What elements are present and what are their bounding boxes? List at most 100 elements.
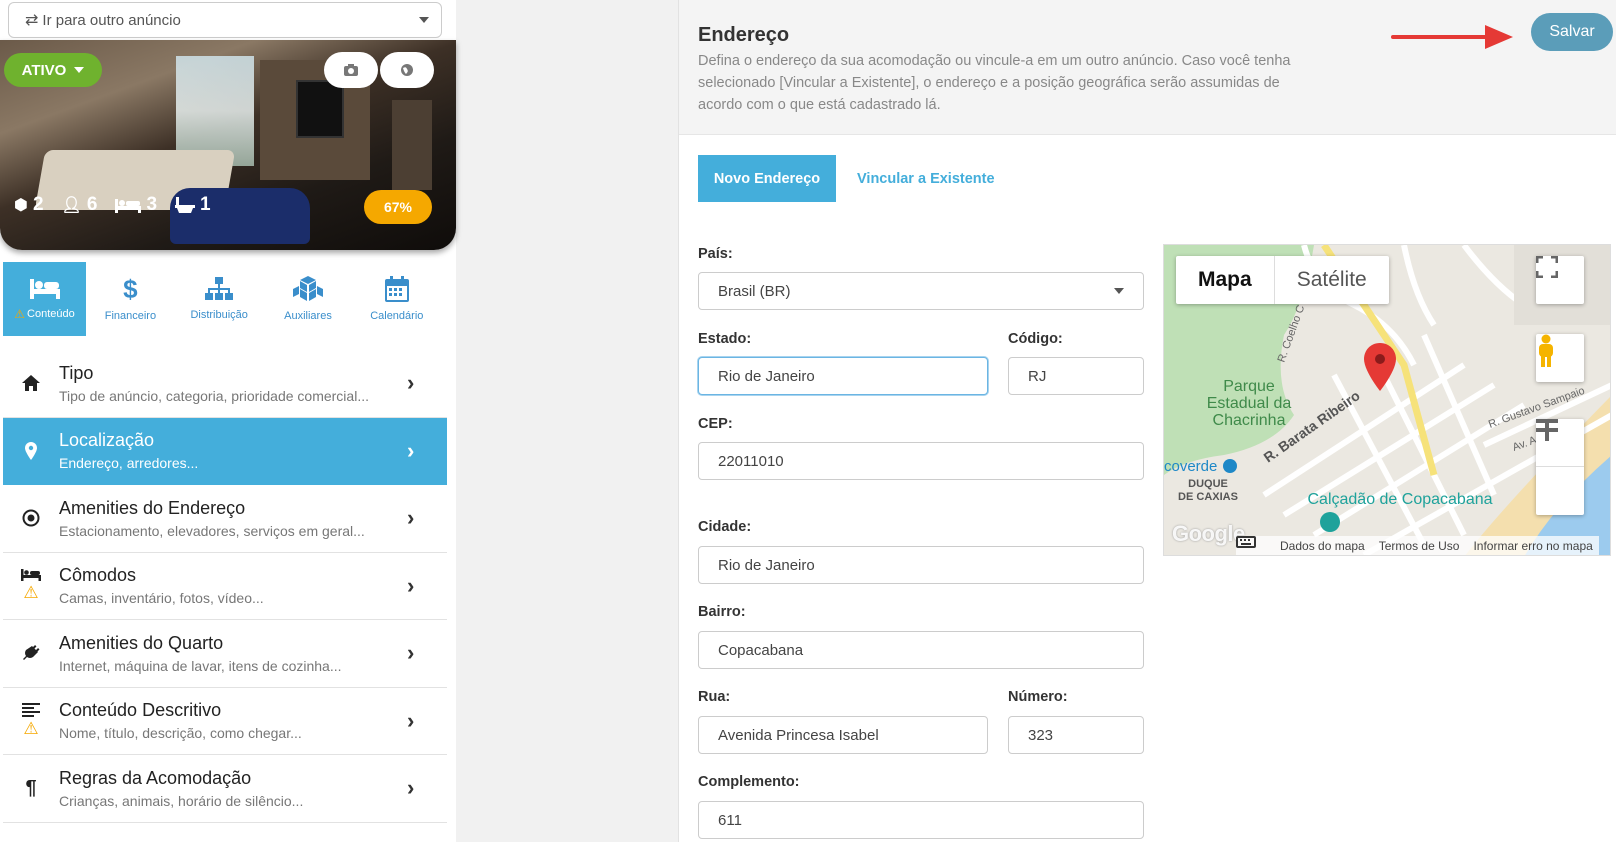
location-map[interactable]: Parque Estadual da Chacrinha R. Barata R… bbox=[1163, 244, 1611, 556]
menu-item-amenities-endereco[interactable]: Amenities do Endereço Estacionamento, ele… bbox=[3, 485, 447, 553]
menu-item-tipo[interactable]: Tipo Tipo de anúncio, categoria, priorida… bbox=[3, 350, 447, 418]
tab-financeiro-label: Financeiro bbox=[104, 310, 157, 322]
tab-calendario-label: Calendário bbox=[370, 310, 424, 322]
cidade-value: Rio de Janeiro bbox=[718, 556, 815, 574]
estado-value: Rio de Janeiro bbox=[718, 367, 815, 385]
plug-icon bbox=[23, 645, 40, 661]
dollar-icon: $ bbox=[123, 274, 138, 304]
map-type-satellite-button[interactable]: Satélite bbox=[1275, 256, 1389, 304]
rua-value: Avenida Princesa Isabel bbox=[718, 726, 879, 744]
exchange-icon: ⇄ bbox=[25, 12, 39, 29]
stat-beds: 3 bbox=[115, 194, 157, 216]
stat-guests: 👤︎ 6 bbox=[62, 194, 98, 216]
sidebar: ⇄ Ir para outro anúncio ATIVO ⬢ 2 👤︎ 6 3… bbox=[0, 0, 456, 842]
section-tabs: ⚠ Conteúdo $ Financeiro Distribuição Auxi… bbox=[3, 262, 447, 338]
menu-item-title: Conteúdo Descritivo bbox=[59, 700, 222, 721]
report-error-link[interactable]: Informar erro no mapa bbox=[1473, 539, 1592, 553]
map-data-link[interactable]: Dados do mapa bbox=[1280, 539, 1365, 553]
menu-item-title: Amenities do Quarto bbox=[59, 632, 224, 653]
stat-baths: 1 bbox=[175, 194, 211, 216]
tab-calendario[interactable]: Calendário bbox=[352, 262, 441, 336]
street-view-button[interactable] bbox=[1536, 334, 1584, 382]
user-icon: 👤︎ bbox=[61, 197, 82, 214]
map-type-control: Mapa Satélite bbox=[1176, 256, 1389, 304]
menu-item-comodos[interactable]: ⚠ Cômodos Camas, inventário, fotos, vídeo… bbox=[3, 553, 447, 620]
camera-icon bbox=[344, 64, 358, 76]
completion-badge: 67% bbox=[364, 190, 432, 224]
tab-vincular-existente[interactable]: Vincular a Existente bbox=[857, 155, 995, 202]
tab-novo-endereco[interactable]: Novo Endereço bbox=[698, 155, 836, 202]
tab-auxiliares-label: Auxiliares bbox=[284, 310, 332, 322]
cubes-icon bbox=[292, 276, 323, 301]
estado-input[interactable]: Rio de Janeiro bbox=[698, 357, 988, 395]
save-button[interactable]: Salvar bbox=[1531, 13, 1613, 51]
stat-baths-value: 1 bbox=[200, 194, 211, 215]
google-logo: Google bbox=[1172, 521, 1245, 546]
cep-label: CEP: bbox=[698, 416, 733, 432]
chevron-down-icon bbox=[419, 17, 429, 23]
chevron-right-icon: › bbox=[407, 370, 415, 396]
menu-item-subtitle: Crianças, animais, horário de silêncio..… bbox=[59, 792, 304, 809]
menu-item-localizacao[interactable]: Localização Endereço, arredores... › bbox=[3, 417, 447, 485]
duque-label-2: DE CAXIAS bbox=[1178, 491, 1238, 503]
menu-item-subtitle: Nome, título, descrição, como chegar... bbox=[59, 725, 302, 742]
zoom-out-button[interactable] bbox=[1536, 419, 1584, 515]
chevron-right-icon: › bbox=[407, 572, 415, 598]
codigo-label: Código: bbox=[1008, 331, 1063, 347]
tab-auxiliares[interactable]: Auxiliares bbox=[264, 262, 353, 336]
menu-item-title: Regras da Acomodação bbox=[59, 767, 252, 788]
chevron-down-icon bbox=[1114, 288, 1124, 294]
codigo-value: RJ bbox=[1028, 367, 1047, 385]
complemento-input[interactable]: 611 bbox=[698, 801, 1144, 839]
listing-switch-select[interactable]: ⇄ Ir para outro anúncio bbox=[8, 2, 442, 38]
warning-icon: ⚠ bbox=[23, 583, 39, 603]
menu-item-title: Cômodos bbox=[59, 565, 137, 586]
map-type-map-button[interactable]: Mapa bbox=[1176, 256, 1275, 304]
tab-conteudo[interactable]: ⚠ Conteúdo bbox=[3, 262, 86, 336]
bairro-input[interactable]: Copacabana bbox=[698, 631, 1144, 669]
duque-label-1: DUQUE bbox=[1188, 478, 1228, 490]
photo-lamp bbox=[392, 100, 432, 190]
menu-item-conteudo-descritivo[interactable]: ⚠ Conteúdo Descritivo Nome, título, descr… bbox=[3, 688, 447, 755]
fullscreen-icon bbox=[1536, 256, 1558, 278]
chevron-down-icon bbox=[74, 67, 85, 73]
camera-button[interactable] bbox=[324, 52, 378, 88]
bed-icon bbox=[115, 199, 142, 213]
stat-rooms-value: 2 bbox=[32, 194, 44, 215]
menu-item-subtitle: Internet, máquina de lavar, itens de coz… bbox=[59, 657, 342, 674]
numero-value: 323 bbox=[1028, 726, 1054, 744]
menu-item-regras[interactable]: ¶ Regras da Acomodação Crianças, animais,… bbox=[3, 755, 447, 823]
tab-distribuicao-label: Distribuição bbox=[190, 309, 248, 321]
chevron-right-icon: › bbox=[407, 707, 415, 733]
terms-link[interactable]: Termos de Uso bbox=[1379, 539, 1460, 553]
paragraph-icon: ¶ bbox=[25, 776, 37, 799]
zoom-in-button[interactable] bbox=[1536, 419, 1584, 467]
tab-financeiro[interactable]: $ Financeiro bbox=[86, 262, 175, 336]
rua-input[interactable]: Avenida Princesa Isabel bbox=[698, 716, 988, 754]
cep-input[interactable]: 22011010 bbox=[698, 442, 1144, 480]
photo-tv bbox=[296, 80, 344, 138]
menu-item-title: Localização bbox=[59, 430, 155, 451]
warning-icon: ⚠ bbox=[23, 718, 39, 738]
tab-distribuicao[interactable]: Distribuição bbox=[175, 262, 264, 336]
tab-conteudo-label: Conteúdo bbox=[27, 308, 75, 320]
status-dropdown-button[interactable]: ATIVO bbox=[4, 53, 102, 87]
pais-select[interactable]: Brasil (BR) bbox=[698, 272, 1144, 310]
poi-camera-icon bbox=[1320, 512, 1340, 532]
chevron-right-icon: › bbox=[407, 437, 415, 463]
bairro-value: Copacabana bbox=[718, 641, 804, 659]
menu-item-amenities-quarto[interactable]: Amenities do Quarto Internet, máquina de … bbox=[3, 620, 447, 688]
menu-item-subtitle: Estacionamento, elevadores, serviços em … bbox=[59, 522, 365, 539]
cidade-input[interactable]: Rio de Janeiro bbox=[698, 546, 1144, 584]
numero-input[interactable]: 323 bbox=[1008, 716, 1144, 754]
calendar-icon bbox=[384, 276, 409, 302]
menu-item-title: Tipo bbox=[59, 362, 94, 383]
codigo-input[interactable]: RJ bbox=[1008, 357, 1144, 395]
listing-stats: ⬢ 2 👤︎ 6 3 1 bbox=[14, 194, 211, 216]
stat-guests-value: 6 bbox=[86, 194, 98, 215]
fullscreen-button[interactable] bbox=[1536, 256, 1584, 304]
chevron-right-icon: › bbox=[407, 505, 415, 531]
complemento-label: Complemento: bbox=[698, 774, 800, 790]
globe-button[interactable] bbox=[380, 52, 434, 88]
warning-icon: ⚠ bbox=[14, 307, 26, 321]
